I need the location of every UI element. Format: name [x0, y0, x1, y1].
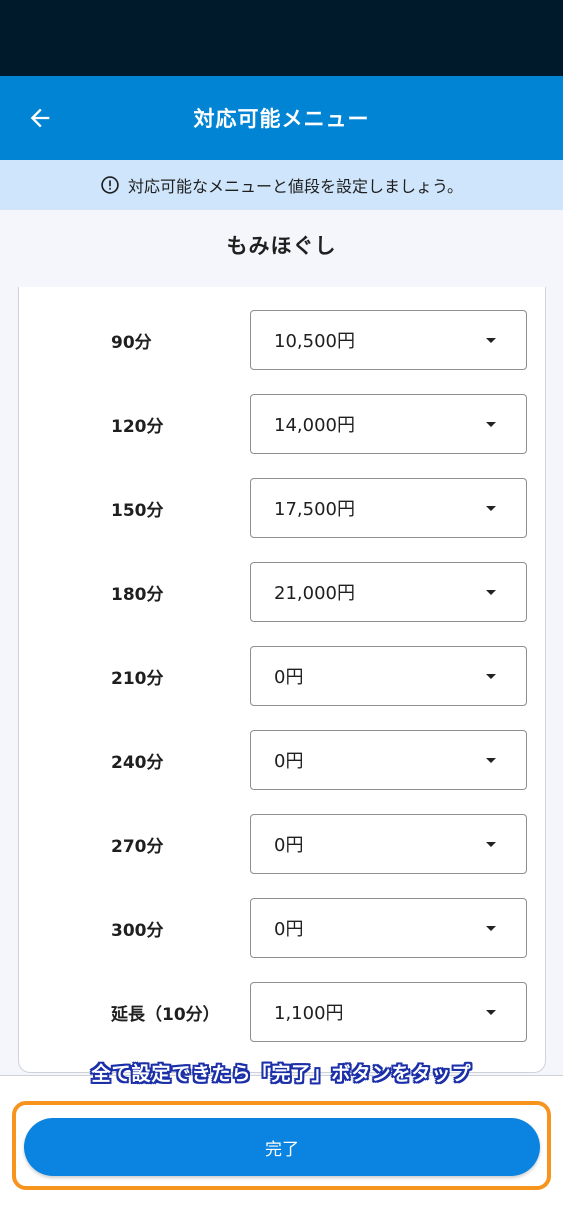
menu-row: 延長（10分） 1,100円: [19, 982, 547, 1042]
price-select-value: 0円: [274, 835, 304, 856]
annotation-hint: 全て設定できたら「完了」ボタンをタップ: [91, 1063, 472, 1085]
menu-row-label: 210分: [111, 668, 164, 689]
dropdown-caret-icon: [486, 422, 496, 427]
status-bar: [0, 0, 563, 76]
price-select[interactable]: 0円: [250, 814, 527, 874]
info-banner-text: 対応可能なメニューと値段を設定しましょう。: [127, 177, 464, 196]
menu-row-label: 90分: [111, 332, 152, 353]
price-select[interactable]: 0円: [250, 730, 527, 790]
price-select-value: 10,500円: [274, 331, 355, 352]
price-select[interactable]: 1,100円: [250, 982, 527, 1042]
menu-row: 300分 0円: [19, 898, 547, 958]
price-select-value: 0円: [274, 667, 304, 688]
price-select[interactable]: 21,000円: [250, 562, 527, 622]
dropdown-caret-icon: [486, 842, 496, 847]
dropdown-caret-icon: [486, 674, 496, 679]
price-select-value: 14,000円: [274, 415, 355, 436]
app-bar: 対応可能メニュー: [0, 76, 563, 160]
menu-row-label: 180分: [111, 584, 164, 605]
menu-row-label: 120分: [111, 416, 164, 437]
price-select-value: 0円: [274, 919, 304, 940]
menu-row: 270分 0円: [19, 814, 547, 874]
menu-row-label: 240分: [111, 752, 164, 773]
menu-row-label: 270分: [111, 836, 164, 857]
price-select[interactable]: 10,500円: [250, 310, 527, 370]
back-button[interactable]: [18, 96, 62, 140]
done-button[interactable]: 完了: [24, 1118, 540, 1176]
arrow-left-icon: [30, 108, 50, 128]
dropdown-caret-icon: [486, 590, 496, 595]
menu-card: 90分 10,500円 120分 14,000円 150分 17,500円 18…: [18, 287, 546, 1073]
info-circle-icon: [101, 176, 119, 194]
menu-row-label: 300分: [111, 920, 164, 941]
menu-row: 90分 10,500円: [19, 310, 547, 370]
info-banner: 対応可能なメニューと値段を設定しましょう。: [0, 160, 563, 210]
price-select-value: 1,100円: [274, 1003, 344, 1024]
dropdown-caret-icon: [486, 1010, 496, 1015]
menu-row: 120分 14,000円: [19, 394, 547, 454]
done-button-label: 完了: [265, 1139, 299, 1160]
price-select-value: 17,500円: [274, 499, 355, 520]
dropdown-caret-icon: [486, 506, 496, 511]
menu-row: 240分 0円: [19, 730, 547, 790]
menu-row: 180分 21,000円: [19, 562, 547, 622]
price-select-value: 21,000円: [274, 583, 355, 604]
menu-row: 210分 0円: [19, 646, 547, 706]
price-select[interactable]: 0円: [250, 898, 527, 958]
menu-row-label: 150分: [111, 500, 164, 521]
price-select[interactable]: 14,000円: [250, 394, 527, 454]
price-select[interactable]: 0円: [250, 646, 527, 706]
dropdown-caret-icon: [486, 926, 496, 931]
menu-row: 150分 17,500円: [19, 478, 547, 538]
section-title: もみほぐし: [226, 234, 337, 258]
dropdown-caret-icon: [486, 338, 496, 343]
menu-row-label: 延長（10分）: [111, 1004, 220, 1025]
page-title: 対応可能メニュー: [193, 107, 370, 131]
price-select[interactable]: 17,500円: [250, 478, 527, 538]
price-select-value: 0円: [274, 751, 304, 772]
dropdown-caret-icon: [486, 758, 496, 763]
